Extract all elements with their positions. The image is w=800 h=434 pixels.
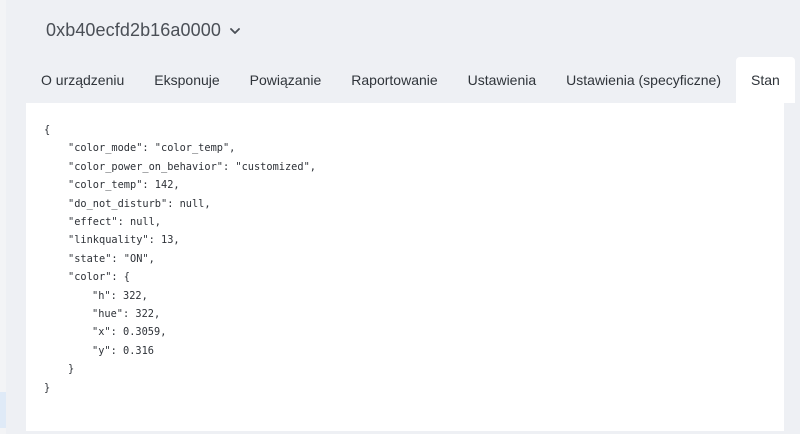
json-line: "h": 322, — [92, 289, 148, 302]
json-line: { — [44, 124, 51, 136]
device-selector[interactable]: 0xb40ecfd2b16a0000 — [46, 16, 241, 44]
json-line: "state": "ON", — [68, 252, 155, 265]
tab-o-urzadzeniu[interactable]: O urządzeniu — [26, 57, 139, 103]
json-line: "color": { — [68, 271, 130, 284]
json-line: "color_temp": 142, — [68, 179, 180, 192]
json-line: "x": 0.3059, — [92, 326, 167, 339]
sidebar-edge — [0, 0, 6, 434]
json-line: "color_power_on_behavior": "customized", — [68, 160, 316, 173]
json-line: } — [68, 363, 75, 376]
state-panel: { "color_mode": "color_temp", "color_power… — [26, 103, 784, 431]
tab-bar: O urządzeniu Eksponuje Powiązanie Raport… — [26, 57, 795, 103]
device-title: 0xb40ecfd2b16a0000 — [46, 19, 221, 40]
tab-ustawienia[interactable]: Ustawienia — [453, 57, 551, 103]
chevron-down-icon[interactable] — [229, 25, 241, 37]
tab-eksponuje[interactable]: Eksponuje — [139, 57, 234, 103]
tab-ustawienia-specyficzne[interactable]: Ustawienia (specyficzne) — [551, 57, 736, 103]
tab-powiazanie[interactable]: Powiązanie — [235, 57, 337, 103]
state-json: { "color_mode": "color_temp", "color_power… — [44, 121, 766, 397]
sidebar-active-indicator[interactable] — [0, 392, 6, 428]
json-line: "y": 0.316 — [92, 344, 154, 357]
page: 0xb40ecfd2b16a0000 O urządzeniu Eksponuj… — [0, 0, 800, 434]
tab-stan[interactable]: Stan — [736, 57, 795, 103]
json-line: "linkquality": 13, — [68, 234, 180, 247]
json-line: } — [44, 381, 51, 394]
json-line: "do_not_disturb": null, — [68, 197, 211, 210]
json-line: "hue": 322, — [92, 308, 161, 321]
json-line: "effect": null, — [68, 216, 161, 229]
json-line: "color_mode": "color_temp", — [68, 142, 236, 155]
tab-raportowanie[interactable]: Raportowanie — [336, 57, 452, 103]
